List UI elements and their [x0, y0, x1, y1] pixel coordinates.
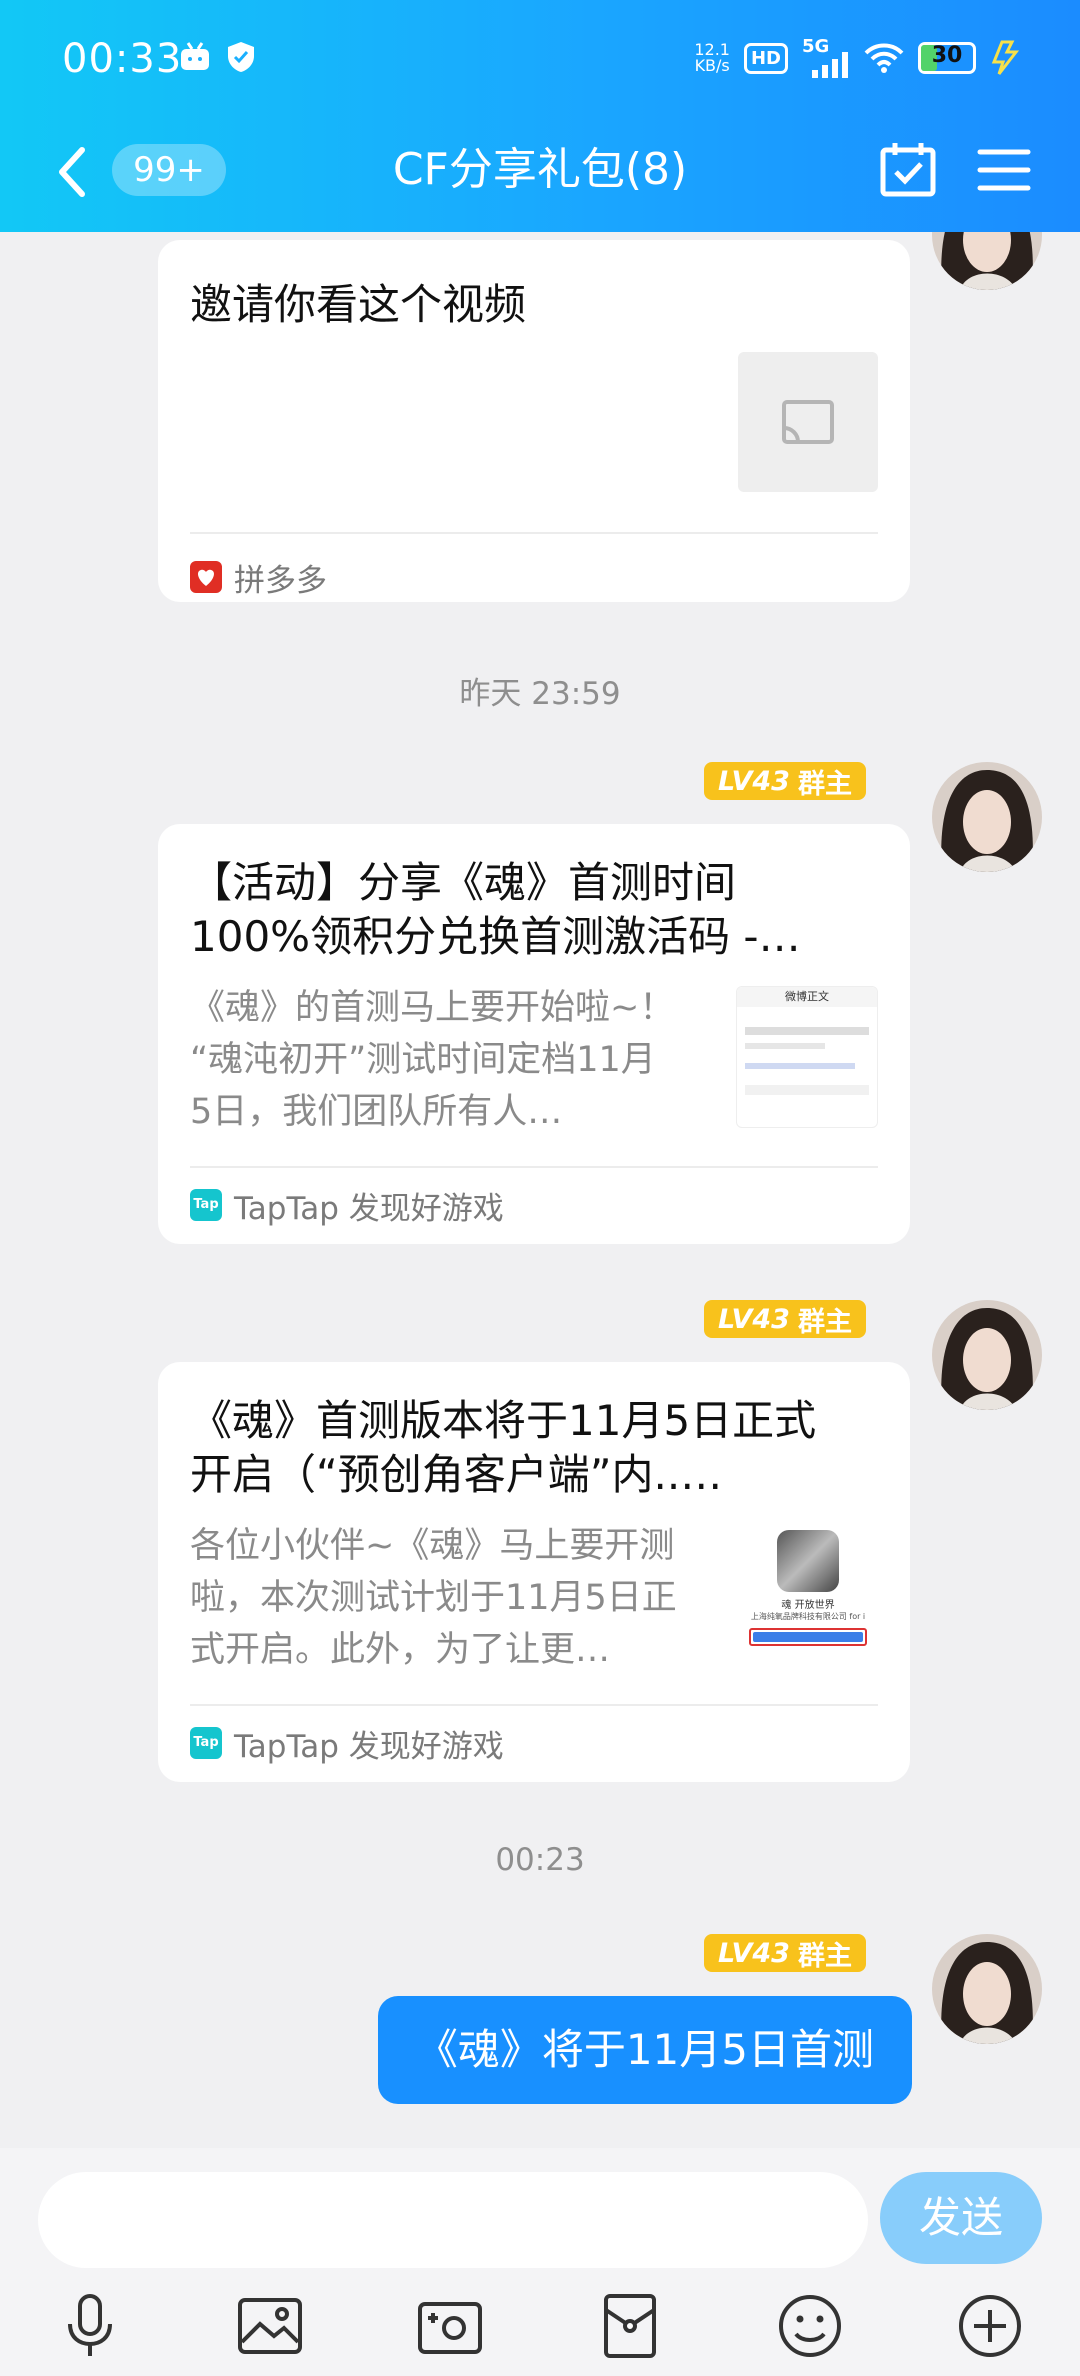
badge-level: LV43 [718, 1303, 790, 1335]
card-description: 《魂》的首测马上要开始啦~！ “魂沌初开”测试时间定档11月 5日，我们团队所有… [190, 982, 710, 1138]
timestamp: 昨天 23:59 [459, 676, 621, 712]
card-desc-line: 式开启。此外，为了让更… [190, 1630, 611, 1670]
card-source: 拼多多 [190, 558, 327, 599]
card-desc-line: 各位小伙伴~《魂》马上要开测 [190, 1526, 675, 1566]
card-desc-line: 《魂》的首测马上要开始啦~！ [190, 988, 675, 1028]
wifi-icon [864, 43, 904, 73]
unread-count-badge[interactable]: 99+ [112, 144, 226, 196]
badge-role: 群主 [797, 1940, 852, 1972]
thumb-caption: 上海纯氧品牌科技有限公司 for i [750, 1612, 866, 1621]
card-title-line: 100%领积分兑换首测激活码 -… [190, 912, 801, 961]
video-invite-card[interactable]: 邀请你看这个视频 拼多多 [158, 240, 910, 602]
text-message-bubble[interactable]: 《魂》将于11月5日首测 [377, 1996, 912, 2104]
avatar[interactable] [932, 762, 1042, 872]
net-speed: 12.1 KB/s [694, 42, 730, 74]
battery-level: 30 [931, 43, 963, 68]
calendar-check-icon[interactable] [878, 140, 938, 200]
back-chevron-icon[interactable] [52, 144, 92, 200]
badge-level: LV43 [718, 765, 790, 797]
source-name: TapTap 发现好游戏 [234, 1728, 504, 1765]
card-source: Tap TapTap 发现好游戏 [190, 1724, 504, 1765]
card-desc-line: “魂沌初开”测试时间定档11月 [190, 1040, 656, 1080]
charging-icon [991, 40, 1020, 75]
avatar[interactable] [932, 232, 1042, 290]
emoji-icon[interactable] [774, 2290, 846, 2362]
chat-title: CF分享礼包(8) [392, 144, 688, 195]
card-title: 邀请你看这个视频 [190, 280, 527, 329]
member-badge: LV43 群主 [704, 1934, 866, 1972]
plus-icon[interactable] [954, 2290, 1026, 2362]
5g-signal-icon: 5G [802, 36, 850, 78]
card-desc-line: 啦，本次测试计划于11月5日正 [190, 1578, 677, 1618]
taptap-share-card[interactable]: 【活动】分享《魂》首测时间 100%领积分兑换首测激活码 -… 《魂》的首测马上… [158, 824, 910, 1244]
red-packet-icon[interactable] [594, 2290, 666, 2362]
game-app-icon [777, 1530, 839, 1592]
card-thumbnail: 微博正文 [736, 986, 878, 1128]
top-bar: 00:33 12.1 KB/s HD 5G 30 99+ CF分享礼包(8) [0, 0, 1080, 232]
source-name: TapTap 发现好游戏 [234, 1190, 504, 1227]
status-bar: 00:33 12.1 KB/s HD 5G 30 [0, 0, 1080, 116]
card-divider [190, 1166, 878, 1168]
badge-role: 群主 [797, 1306, 852, 1338]
taptap-logo-icon: Tap [190, 1727, 222, 1759]
taptap-share-card[interactable]: 《魂》首测版本将于11月5日正式 开启（“预创角客户端”内..… 各位小伙伴~《… [158, 1362, 910, 1782]
status-time: 00:33 [62, 36, 183, 82]
card-desc-line: 5日，我们团队所有人… [190, 1092, 563, 1132]
shield-check-icon [228, 42, 254, 72]
member-badge: LV43 群主 [704, 762, 866, 800]
card-title: 《魂》首测版本将于11月5日正式 开启（“预创角客户端”内..… [190, 1394, 880, 1502]
member-badge: LV43 群主 [704, 1300, 866, 1338]
image-icon[interactable] [234, 2290, 306, 2362]
menu-icon[interactable] [974, 140, 1034, 200]
timestamp: 00:23 [495, 1842, 585, 1878]
card-divider [190, 1704, 878, 1706]
card-thumbnail: 魂 开放世界 上海纯氧品牌科技有限公司 for i [738, 1524, 878, 1664]
hd-icon: HD [743, 42, 788, 74]
avatar[interactable] [932, 1934, 1042, 2044]
cast-screen-icon [782, 400, 834, 444]
battery-icon: 30 [918, 42, 976, 74]
card-divider [190, 532, 878, 534]
microphone-icon[interactable] [54, 2290, 126, 2362]
card-title-line: 【活动】分享《魂》首测时间 [190, 858, 737, 907]
thumb-caption: 魂 开放世界 [781, 1600, 835, 1611]
message-input[interactable] [38, 2172, 868, 2268]
taptap-logo-icon: Tap [190, 1189, 222, 1221]
card-description: 各位小伙伴~《魂》马上要开测 啦，本次测试计划于11月5日正 式开启。此外，为了… [190, 1520, 710, 1676]
status-right-group: 12.1 KB/s HD 5G 30 [694, 36, 1020, 80]
source-name: 拼多多 [234, 562, 327, 599]
card-title: 【活动】分享《魂》首测时间 100%领积分兑换首测激活码 -… [190, 856, 880, 964]
card-title-line: 《魂》首测版本将于11月5日正式 [190, 1396, 817, 1445]
camera-icon[interactable] [414, 2290, 486, 2362]
pinduoduo-logo-icon [190, 561, 222, 593]
net-speed-unit: KB/s [694, 56, 730, 75]
nav-bar: 99+ CF分享礼包(8) [0, 116, 1080, 232]
send-button[interactable]: 发送 [880, 2172, 1042, 2264]
input-bar: 发送 [0, 2148, 1080, 2376]
card-source: Tap TapTap 发现好游戏 [190, 1186, 504, 1227]
badge-role: 群主 [797, 768, 852, 800]
avatar[interactable] [932, 1300, 1042, 1410]
bilibili-tv-icon [181, 42, 209, 70]
chat-message-list[interactable]: 邀请你看这个视频 拼多多 昨天 23:59 LV43 群主 【活动】分享《魂》首… [0, 232, 1080, 2148]
badge-level: LV43 [718, 1937, 790, 1969]
card-title-line: 开启（“预创角客户端”内..… [190, 1450, 723, 1499]
video-placeholder-thumbnail [738, 352, 878, 492]
thumb-header: 微博正文 [737, 987, 877, 1007]
